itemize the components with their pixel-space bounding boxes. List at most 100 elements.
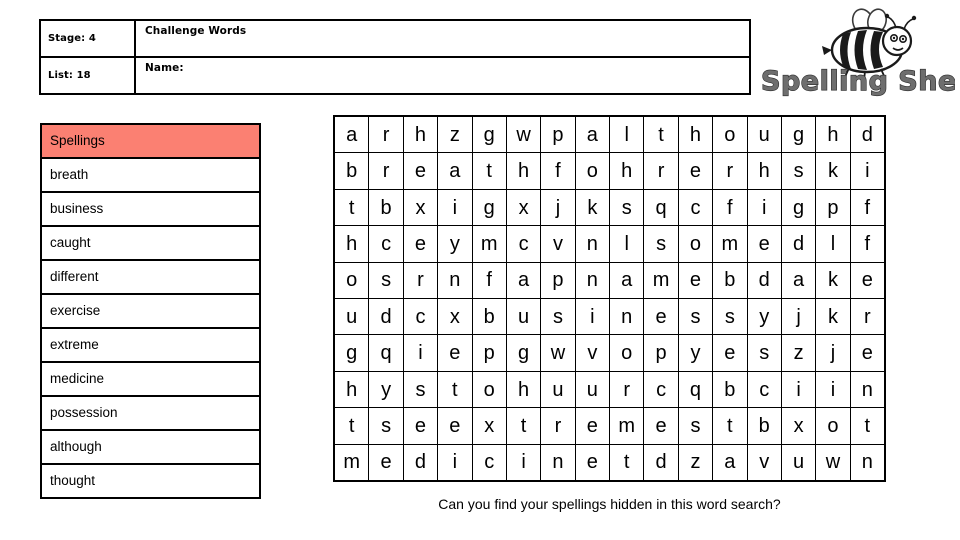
wordsearch-cell[interactable]: v (576, 335, 610, 371)
wordsearch-cell[interactable]: e (369, 444, 404, 481)
wordsearch-cell[interactable]: d (644, 444, 679, 481)
wordsearch-cell[interactable]: i (748, 189, 782, 226)
wordsearch-cell[interactable]: h (404, 117, 439, 153)
wordsearch-cell[interactable]: b (748, 408, 782, 444)
wordsearch-cell[interactable]: u (748, 117, 782, 153)
wordsearch-cell[interactable]: s (713, 299, 748, 335)
wordsearch-cell[interactable]: e (644, 299, 679, 335)
wordsearch-cell[interactable]: w (541, 335, 576, 371)
wordsearch-cell[interactable]: x (507, 189, 542, 226)
wordsearch-cell[interactable]: e (576, 444, 610, 481)
wordsearch-cell[interactable]: r (851, 299, 884, 334)
wordsearch-cell[interactable]: t (851, 408, 884, 443)
wordsearch-cell[interactable]: b (713, 262, 748, 299)
wordsearch-cell[interactable]: r (404, 262, 439, 299)
wordsearch-cell[interactable]: x (782, 408, 817, 444)
wordsearch-cell[interactable]: f (713, 189, 748, 226)
wordsearch-cell[interactable]: c (748, 371, 782, 408)
wordsearch-cell[interactable]: j (541, 189, 576, 226)
wordsearch-cell[interactable]: x (438, 299, 473, 335)
wordsearch-cell[interactable]: c (404, 299, 439, 335)
wordsearch-cell[interactable]: o (473, 371, 507, 408)
wordsearch-cell[interactable]: p (473, 335, 507, 371)
wordsearch-cell[interactable]: i (782, 371, 817, 408)
wordsearch-cell[interactable]: a (438, 153, 473, 189)
wordsearch-cell[interactable]: l (610, 226, 645, 262)
wordsearch-cell[interactable]: l (816, 226, 851, 262)
wordsearch-cell[interactable]: h (610, 153, 645, 189)
wordsearch-cell[interactable]: c (679, 189, 714, 226)
wordsearch-cell[interactable]: h (507, 371, 542, 408)
wordsearch-cell[interactable]: g (782, 189, 817, 226)
wordsearch-cell[interactable]: e (851, 263, 884, 298)
wordsearch-cell[interactable]: r (610, 371, 645, 408)
wordsearch-cell[interactable]: k (816, 299, 851, 335)
wordsearch-cell[interactable]: v (748, 444, 782, 481)
wordsearch-cell[interactable]: m (713, 226, 748, 262)
wordsearch-cell[interactable]: s (369, 262, 404, 299)
wordsearch-cell[interactable]: o (816, 408, 851, 444)
wordsearch-cell[interactable]: r (713, 153, 748, 189)
wordsearch-cell[interactable]: o (335, 262, 370, 299)
wordsearch-cell[interactable]: e (851, 335, 884, 370)
wordsearch-cell[interactable]: i (816, 371, 851, 408)
wordsearch-cell[interactable]: t (610, 444, 645, 481)
wordsearch-cell[interactable]: z (438, 117, 473, 153)
wordsearch-cell[interactable]: d (404, 444, 439, 481)
wordsearch-cell[interactable]: x (473, 408, 507, 444)
wordsearch-cell[interactable]: r (644, 153, 679, 189)
wordsearch-cell[interactable]: h (679, 117, 714, 153)
wordsearch-cell[interactable]: n (576, 262, 610, 299)
wordsearch-cell[interactable]: g (473, 117, 507, 153)
wordsearch-cell[interactable]: y (748, 299, 782, 335)
wordsearch-cell[interactable]: e (576, 408, 610, 444)
wordsearch-cell[interactable]: k (816, 153, 851, 189)
wordsearch-cell[interactable]: t (473, 153, 507, 189)
wordsearch-cell[interactable]: p (541, 117, 576, 153)
wordsearch-cell[interactable]: z (782, 335, 817, 371)
wordsearch-cell[interactable]: y (369, 371, 404, 408)
wordsearch-cell[interactable]: b (369, 189, 404, 226)
wordsearch-cell[interactable]: s (610, 189, 645, 226)
wordsearch-cell[interactable]: b (473, 299, 507, 335)
wordsearch-cell[interactable]: q (644, 189, 679, 226)
wordsearch-cell[interactable]: k (816, 262, 851, 299)
wordsearch-grid[interactable]: arhzgwpalthoughdbreathfohrerhskitbxigxjk… (333, 115, 886, 482)
wordsearch-cell[interactable]: c (473, 444, 507, 481)
wordsearch-cell[interactable]: e (404, 226, 439, 262)
wordsearch-cell[interactable]: a (610, 262, 645, 299)
wordsearch-cell[interactable]: g (507, 335, 542, 371)
wordsearch-cell[interactable]: w (816, 444, 851, 481)
wordsearch-cell[interactable]: e (679, 153, 714, 189)
wordsearch-cell[interactable]: r (369, 117, 404, 153)
wordsearch-cell[interactable]: t (335, 189, 370, 226)
wordsearch-cell[interactable]: m (473, 226, 507, 262)
wordsearch-cell[interactable]: r (369, 153, 404, 189)
wordsearch-cell[interactable]: n (576, 226, 610, 262)
wordsearch-cell[interactable]: f (473, 262, 507, 299)
wordsearch-cell[interactable]: s (404, 371, 439, 408)
wordsearch-cell[interactable]: t (335, 408, 370, 444)
wordsearch-cell[interactable]: e (679, 262, 714, 299)
wordsearch-cell[interactable]: m (335, 444, 370, 481)
wordsearch-cell[interactable]: o (713, 117, 748, 153)
wordsearch-cell[interactable]: b (335, 153, 370, 189)
wordsearch-cell[interactable]: z (679, 444, 714, 481)
wordsearch-cell[interactable]: p (644, 335, 679, 371)
wordsearch-cell[interactable]: k (576, 189, 610, 226)
wordsearch-cell[interactable]: d (748, 262, 782, 299)
wordsearch-cell[interactable]: d (851, 117, 884, 152)
wordsearch-cell[interactable]: t (438, 371, 473, 408)
wordsearch-cell[interactable]: d (782, 226, 817, 262)
wordsearch-cell[interactable]: a (713, 444, 748, 481)
wordsearch-cell[interactable]: n (541, 444, 576, 481)
wordsearch-cell[interactable]: h (335, 226, 370, 262)
wordsearch-cell[interactable]: t (644, 117, 679, 153)
wordsearch-cell[interactable]: j (782, 299, 817, 335)
wordsearch-cell[interactable]: e (438, 335, 473, 371)
wordsearch-cell[interactable]: s (679, 408, 714, 444)
wordsearch-cell[interactable]: e (404, 408, 439, 444)
wordsearch-cell[interactable]: i (438, 444, 473, 481)
wordsearch-cell[interactable]: t (713, 408, 748, 444)
wordsearch-cell[interactable]: o (679, 226, 714, 262)
